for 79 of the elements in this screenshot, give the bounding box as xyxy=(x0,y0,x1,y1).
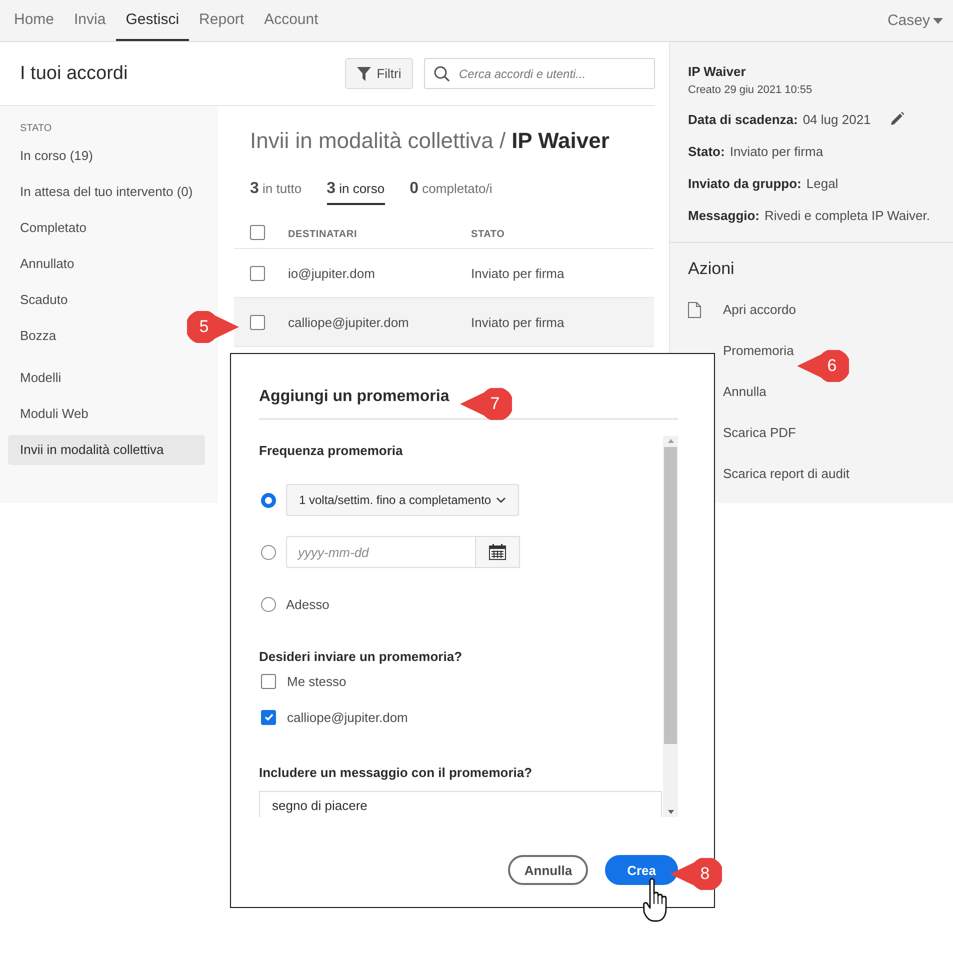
step-callout: 8 xyxy=(670,858,722,890)
calendar-button[interactable] xyxy=(476,536,520,568)
cancel-button[interactable]: Annulla xyxy=(508,855,588,885)
radio-button[interactable] xyxy=(261,596,276,612)
section-label: Frequenza promemoria xyxy=(259,443,404,460)
page-title: I tuoi accordi xyxy=(20,62,129,84)
field-label: Stato: xyxy=(688,144,725,158)
nav-tab[interactable]: Account xyxy=(254,0,328,41)
recipient-checkbox[interactable] xyxy=(261,674,276,688)
row-checkbox[interactable] xyxy=(250,314,265,330)
filter-tab[interactable]: 3 in corso xyxy=(326,180,385,205)
step-callout: 6 xyxy=(797,350,849,382)
sidebar-item[interactable]: Bozza xyxy=(20,321,56,351)
sidebar-item[interactable]: Completato xyxy=(20,213,86,243)
nav-tab[interactable]: Report xyxy=(189,0,254,41)
sidebar-item[interactable]: Annullato xyxy=(20,249,74,279)
agreement-title: IP Waiver xyxy=(512,128,610,154)
message-field[interactable]: segno di piacere xyxy=(259,791,662,817)
table-cell: io@jupiter.dom xyxy=(288,266,375,280)
checkbox-label: calliope@jupiter.dom xyxy=(287,710,408,724)
field-value: Inviato per firma xyxy=(730,144,824,158)
sidebar-item[interactable]: Scaduto xyxy=(20,285,68,315)
sidebar-item[interactable]: Modelli xyxy=(20,363,62,393)
radio-button[interactable] xyxy=(261,544,276,560)
step-callout: 7 xyxy=(460,388,512,420)
document-icon xyxy=(688,302,701,318)
breadcrumb-link[interactable]: Invii in modalità collettiva / xyxy=(250,128,506,154)
step-callout: 5 xyxy=(187,311,239,343)
sidebar-item[interactable]: Moduli Web xyxy=(20,399,88,429)
nav-tab[interactable]: Invia xyxy=(64,0,116,41)
search-icon xyxy=(434,66,450,82)
checkbox-label: Me stesso xyxy=(287,674,346,688)
radio-button[interactable] xyxy=(261,492,276,508)
created-date: Creato 29 giu 2021 10:55 xyxy=(688,84,814,96)
row-checkbox[interactable] xyxy=(250,266,265,280)
calendar-icon xyxy=(489,544,506,560)
field-value: 04 lug 2021 xyxy=(802,112,871,126)
filter-tab[interactable]: 3 in tutto xyxy=(250,180,302,205)
sidebar-item[interactable]: In corso (19) xyxy=(20,141,93,171)
column-header: DESTINATARI xyxy=(288,228,358,240)
create-button[interactable]: Crea xyxy=(605,855,678,885)
section-label: Includere un messaggio con il promemoria? xyxy=(259,765,534,782)
checkmark-icon xyxy=(264,712,274,722)
caret-icon xyxy=(933,18,943,24)
frequency-dropdown[interactable]: 1 volta/settim. fino a completamento xyxy=(286,484,519,516)
table-cell: Inviato per firma xyxy=(471,314,564,330)
action-link[interactable]: Promemoria xyxy=(723,343,794,358)
funnel-icon xyxy=(356,66,371,80)
field-label: Data di scadenza: xyxy=(688,112,798,126)
sidebar-item[interactable]: Invii in modalità collettiva xyxy=(8,435,205,465)
action-link[interactable]: Scarica PDF xyxy=(723,425,796,440)
field-value: Rivedi e completa IP Waiver. xyxy=(764,208,930,222)
scrollbar[interactable] xyxy=(663,436,678,817)
table-cell: Inviato per firma xyxy=(471,266,564,280)
user-menu[interactable]: Casey xyxy=(887,0,943,41)
details-title: IP Waiver xyxy=(688,64,747,79)
search-field[interactable]: Cerca accordi e utenti... xyxy=(424,58,655,89)
pencil-icon[interactable] xyxy=(890,112,904,126)
section-title: Azioni xyxy=(688,259,736,280)
table-cell: calliope@jupiter.dom xyxy=(288,314,409,330)
column-header: STATO xyxy=(471,228,505,240)
action-link[interactable]: Annulla xyxy=(723,384,766,399)
filter-button[interactable]: Filtri xyxy=(345,58,413,89)
option-label: Adesso xyxy=(286,596,330,612)
field-label: Inviato da gruppo: xyxy=(688,176,802,190)
field-label: Messaggio: xyxy=(688,208,760,222)
table-row[interactable]: calliope@jupiter.dom Inviato per firma xyxy=(234,298,654,347)
section-heading: STATO xyxy=(19,122,53,136)
field-value: Legal xyxy=(806,176,838,190)
chevron-icon xyxy=(496,496,506,504)
recipient-checkbox[interactable] xyxy=(261,710,276,724)
nav-tab[interactable]: Gestisci xyxy=(116,0,190,41)
filter-tab[interactable]: 0 completato/i xyxy=(410,180,492,205)
nav-tab[interactable]: Home xyxy=(4,0,64,41)
action-link[interactable]: Scarica report di audit xyxy=(723,466,850,481)
section-label: Desideri inviare un promemoria? xyxy=(259,649,464,666)
select-all-checkbox[interactable] xyxy=(250,224,265,240)
sidebar-item[interactable]: In attesa del tuo intervento (0) xyxy=(20,177,193,207)
action-link[interactable]: Apri accordo xyxy=(723,302,796,317)
